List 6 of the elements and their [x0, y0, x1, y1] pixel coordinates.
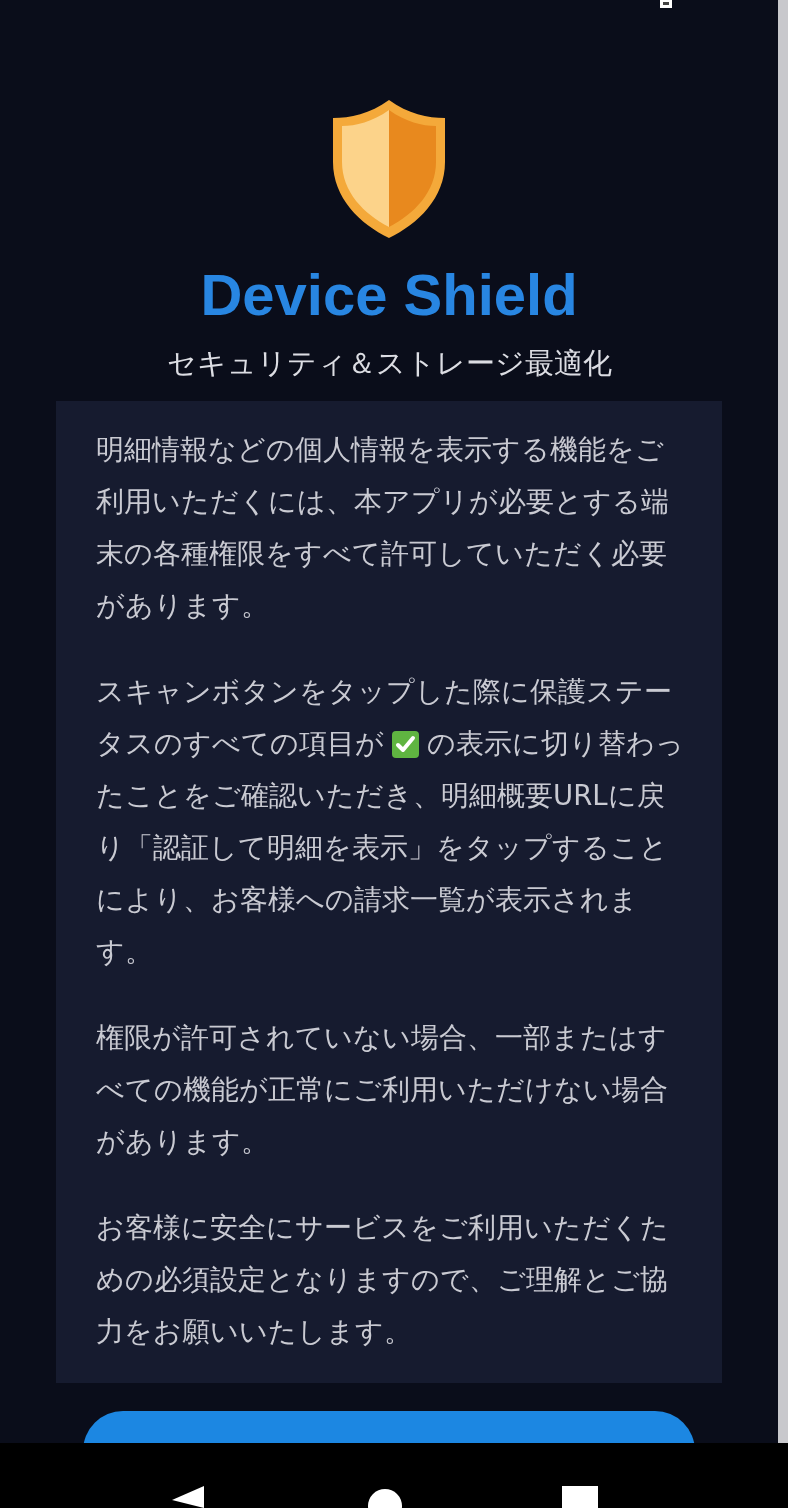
app-title: Device Shield [200, 266, 578, 324]
notice-paragraph: 権限が許可されていない場合、一部またはすべての機能が正常にご利用いただけない場合があります。 [96, 1019, 669, 1159]
notice-paragraph: 明細情報などの個人情報を表示する機能をご利用いただくには、本アプリが必要とする端末の各種権限をすべて許可していただく必要があります。 [96, 431, 670, 623]
notice-paragraph: スキャンボタンをタップした際に保護ステータスのすべての項目が の表示に切り替わったことをご確認いただき、明細概要URLに戻り「認証して明細を表示」をタップすることにより、お客様への請求一覧が表示されます。 [96, 673, 684, 969]
notice-paragraph: お客様に安全にサービスをご利用いただくための必須設定となりますので、ご理解とご協力をお願いいたします。 [96, 1209, 670, 1349]
app-subtitle: セキュリティ＆ストレージ最適化 [166, 346, 612, 381]
